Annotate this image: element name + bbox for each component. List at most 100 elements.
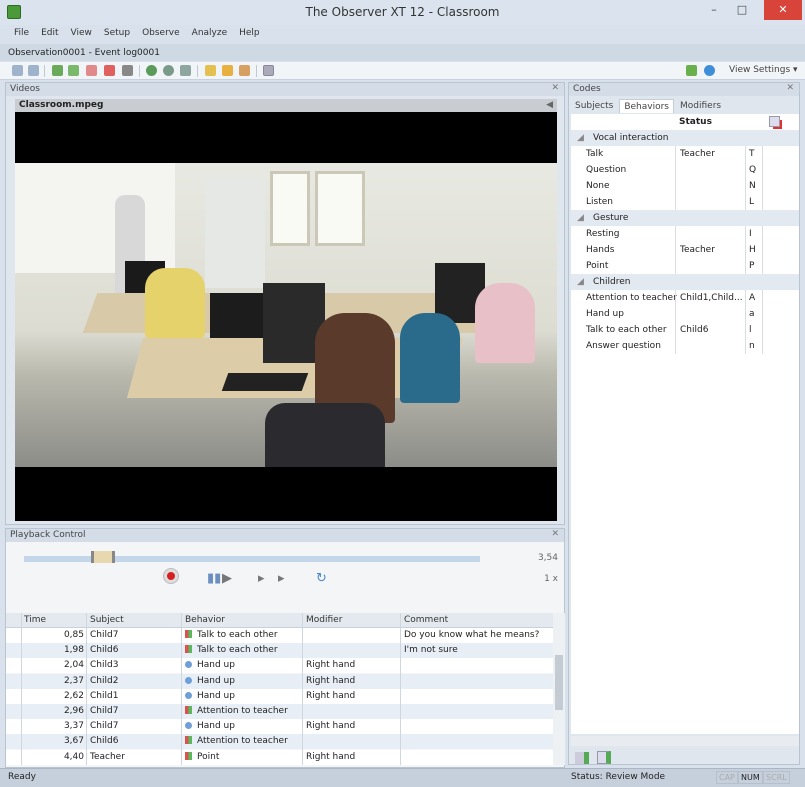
menu-edit[interactable]: Edit: [35, 25, 64, 42]
insert-event-icon[interactable]: [68, 65, 79, 76]
help-icon[interactable]: [704, 65, 715, 76]
cell-modifier: Right hand: [306, 660, 356, 671]
behavior-group[interactable]: ◢ Gesture: [571, 210, 799, 226]
window: [315, 171, 365, 246]
point-event-icon: [185, 676, 192, 684]
behavior-item[interactable]: Talk Teacher T: [571, 146, 799, 162]
record-button[interactable]: [164, 569, 178, 583]
col-subject[interactable]: Subject: [90, 615, 124, 625]
collapse-icon[interactable]: ◢: [577, 213, 584, 223]
menu-help[interactable]: Help: [233, 25, 266, 42]
timeline-selection-handle[interactable]: [91, 551, 115, 563]
menu-view[interactable]: View: [65, 25, 98, 42]
previous-frame-button[interactable]: ▸: [258, 571, 265, 586]
state-event-icon: [185, 736, 192, 745]
menu-analyze[interactable]: Analyze: [186, 25, 233, 42]
menu-file[interactable]: File: [8, 25, 35, 42]
student: [400, 313, 460, 403]
videos-close-button[interactable]: ✕: [551, 83, 559, 93]
cell-modifier: Right hand: [306, 751, 356, 762]
validate-icon[interactable]: [52, 65, 63, 76]
behavior-key: P: [749, 261, 755, 271]
next-icon[interactable]: [686, 65, 697, 76]
col-comment[interactable]: Comment: [404, 615, 448, 625]
add-behavior-icon[interactable]: [597, 751, 611, 764]
close-button[interactable]: ✕: [764, 0, 802, 20]
table-row[interactable]: 1,98 Child6 Talk to each other I'm not s…: [6, 643, 553, 659]
import-icon[interactable]: [222, 65, 233, 76]
behavior-text: Attention to teacher: [197, 706, 288, 716]
tab-behaviors[interactable]: Behaviors: [619, 99, 674, 113]
table-row[interactable]: 0,85 Child7 Talk to each other Do you kn…: [6, 628, 553, 643]
cell-comment: Do you know what he means?: [404, 630, 540, 640]
behavior-key: H: [749, 245, 756, 255]
behavior-item[interactable]: Point P: [571, 258, 799, 274]
cell-subject: Child2: [90, 675, 119, 686]
video-player[interactable]: Classroom.mpeg ◀: [15, 99, 557, 521]
behavior-group[interactable]: ◢ Vocal interaction: [571, 130, 799, 146]
delete-event-icon[interactable]: [86, 65, 97, 76]
report-icon[interactable]: [239, 65, 250, 76]
menu-observe[interactable]: Observe: [136, 25, 186, 42]
event-log-scrollbar[interactable]: [553, 613, 565, 765]
refresh-icon[interactable]: ↻: [316, 571, 327, 586]
find-icon[interactable]: [122, 65, 133, 76]
tab-subjects[interactable]: Subjects: [571, 99, 617, 113]
behavior-item[interactable]: Listen L: [571, 194, 799, 210]
tab-modifiers[interactable]: Modifiers: [676, 99, 725, 113]
add-data-icon[interactable]: [180, 65, 191, 76]
behavior-label: Talk: [586, 149, 604, 159]
table-row[interactable]: 4,40 Teacher Point Right hand: [6, 749, 553, 765]
col-behavior[interactable]: Behavior: [185, 615, 225, 625]
play-button[interactable]: ▶: [222, 571, 232, 586]
add-media-icon[interactable]: [163, 65, 174, 76]
volume-icon[interactable]: ◀: [546, 100, 553, 110]
clear-status-icon[interactable]: [769, 116, 780, 127]
cell-modifier: Right hand: [306, 721, 356, 732]
codes-footer: [571, 749, 799, 766]
delete-all-icon[interactable]: [104, 65, 115, 76]
export-icon[interactable]: [205, 65, 216, 76]
table-row[interactable]: 3,67 Child6 Attention to teacher: [6, 734, 553, 750]
behavior-item[interactable]: Talk to each other Child6 l: [571, 322, 799, 338]
col-time[interactable]: Time: [24, 615, 46, 625]
scrollbar-thumb[interactable]: [555, 655, 563, 710]
redo-icon[interactable]: [28, 65, 39, 76]
codes-close-button[interactable]: ✕: [786, 83, 794, 93]
next-frame-button[interactable]: ▸: [278, 571, 285, 586]
monitor: [210, 293, 265, 338]
add-subject-icon[interactable]: [575, 752, 589, 764]
table-row[interactable]: 2,37 Child2 Hand up Right hand: [6, 673, 553, 689]
table-row[interactable]: 3,37 Child7 Hand up Right hand: [6, 719, 553, 735]
view-settings-button[interactable]: View Settings ▾: [729, 65, 798, 75]
behavior-item[interactable]: Attention to teacher Child1,Child... A: [571, 290, 799, 306]
add-observation-icon[interactable]: [146, 65, 157, 76]
collapse-icon[interactable]: ◢: [577, 133, 584, 143]
codes-horizontal-scrollbar[interactable]: [571, 736, 799, 746]
behavior-item[interactable]: Question Q: [571, 162, 799, 178]
minimize-button[interactable]: –: [700, 0, 728, 20]
table-row[interactable]: 2,04 Child3 Hand up Right hand: [6, 658, 553, 674]
table-row[interactable]: 2,96 Child7 Attention to teacher: [6, 704, 553, 719]
behavior-item[interactable]: Hands Teacher H: [571, 242, 799, 258]
playback-close-button[interactable]: ✕: [551, 529, 559, 539]
chart-icon[interactable]: [263, 65, 274, 76]
cell-subject: Child6: [90, 736, 119, 747]
behavior-item[interactable]: Answer question n: [571, 338, 799, 354]
collapse-icon[interactable]: ◢: [577, 277, 584, 287]
behavior-item[interactable]: Hand up a: [571, 306, 799, 322]
event-log-header: Time Subject Behavior Modifier Comment: [6, 613, 553, 628]
pause-button[interactable]: ▮▮: [207, 571, 221, 586]
cell-time: 3,37: [63, 721, 84, 732]
undo-icon[interactable]: [12, 65, 23, 76]
playback-speed[interactable]: 1 x: [544, 574, 558, 584]
behavior-key: l: [749, 325, 752, 335]
table-row[interactable]: 2,62 Child1 Hand up Right hand: [6, 688, 553, 704]
menu-setup[interactable]: Setup: [98, 25, 136, 42]
behavior-group[interactable]: ◢ Children: [571, 274, 799, 290]
toolbar-separator: [44, 65, 45, 77]
behavior-item[interactable]: Resting I: [571, 226, 799, 242]
col-modifier[interactable]: Modifier: [306, 615, 342, 625]
maximize-button[interactable]: □: [728, 0, 756, 20]
behavior-item[interactable]: None N: [571, 178, 799, 194]
